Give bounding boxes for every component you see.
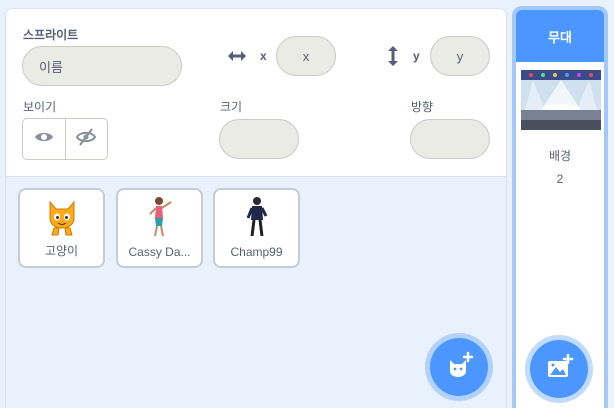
sprite-name-field[interactable]: 이름	[22, 46, 182, 86]
sprite-tile-cassy-dance[interactable]: Cassy Da...	[116, 188, 203, 268]
sprite-label: 스프라이트	[23, 28, 79, 42]
x-field[interactable]: x	[276, 36, 336, 76]
x-label: x	[260, 49, 267, 63]
add-sprite-button[interactable]	[430, 338, 488, 396]
sprite-tile-cat[interactable]: 고양이	[18, 188, 105, 268]
backdrops-label: 배경	[548, 149, 572, 163]
stage-backdrop-thumbnail[interactable]	[521, 70, 601, 130]
sprite-tile-champ99[interactable]: Champ99	[213, 188, 300, 268]
stage-title[interactable]: 무대	[516, 10, 604, 62]
cat-sprite-icon	[42, 196, 82, 241]
champ99-sprite-icon	[242, 196, 272, 243]
horizontal-arrows-icon	[227, 46, 247, 70]
show-button[interactable]	[23, 119, 65, 159]
direction-field[interactable]	[410, 119, 490, 159]
sprite-pane: 스프라이트 이름 x x y y 보이기 크기 방향 고양이 Cassy Da.…	[5, 8, 507, 408]
visibility-toggle	[22, 118, 108, 160]
sprite-name: 고양이	[44, 244, 79, 258]
cassy-dancer-sprite-icon	[145, 196, 175, 243]
sprite-info-panel: 스프라이트 이름 x x y y 보이기 크기 방향	[6, 9, 506, 177]
size-field[interactable]	[219, 119, 299, 159]
y-label: y	[413, 49, 420, 63]
sprite-name: Cassy Da...	[128, 245, 191, 259]
add-backdrop-button[interactable]	[530, 340, 588, 398]
hide-button[interactable]	[64, 119, 107, 159]
sprite-name: Champ99	[230, 245, 283, 259]
backdrops-count: 2	[556, 172, 564, 186]
y-field[interactable]: y	[430, 36, 490, 76]
add-cat-icon	[444, 350, 474, 385]
stage-pane: 무대 배경 2	[512, 6, 608, 408]
show-label: 보이기	[23, 100, 57, 114]
vertical-arrows-icon	[383, 46, 403, 70]
eye-icon	[34, 130, 54, 149]
direction-label: 방향	[411, 100, 434, 114]
add-backdrop-icon	[544, 352, 574, 387]
eye-slash-icon	[76, 127, 97, 151]
size-label: 크기	[220, 100, 243, 114]
